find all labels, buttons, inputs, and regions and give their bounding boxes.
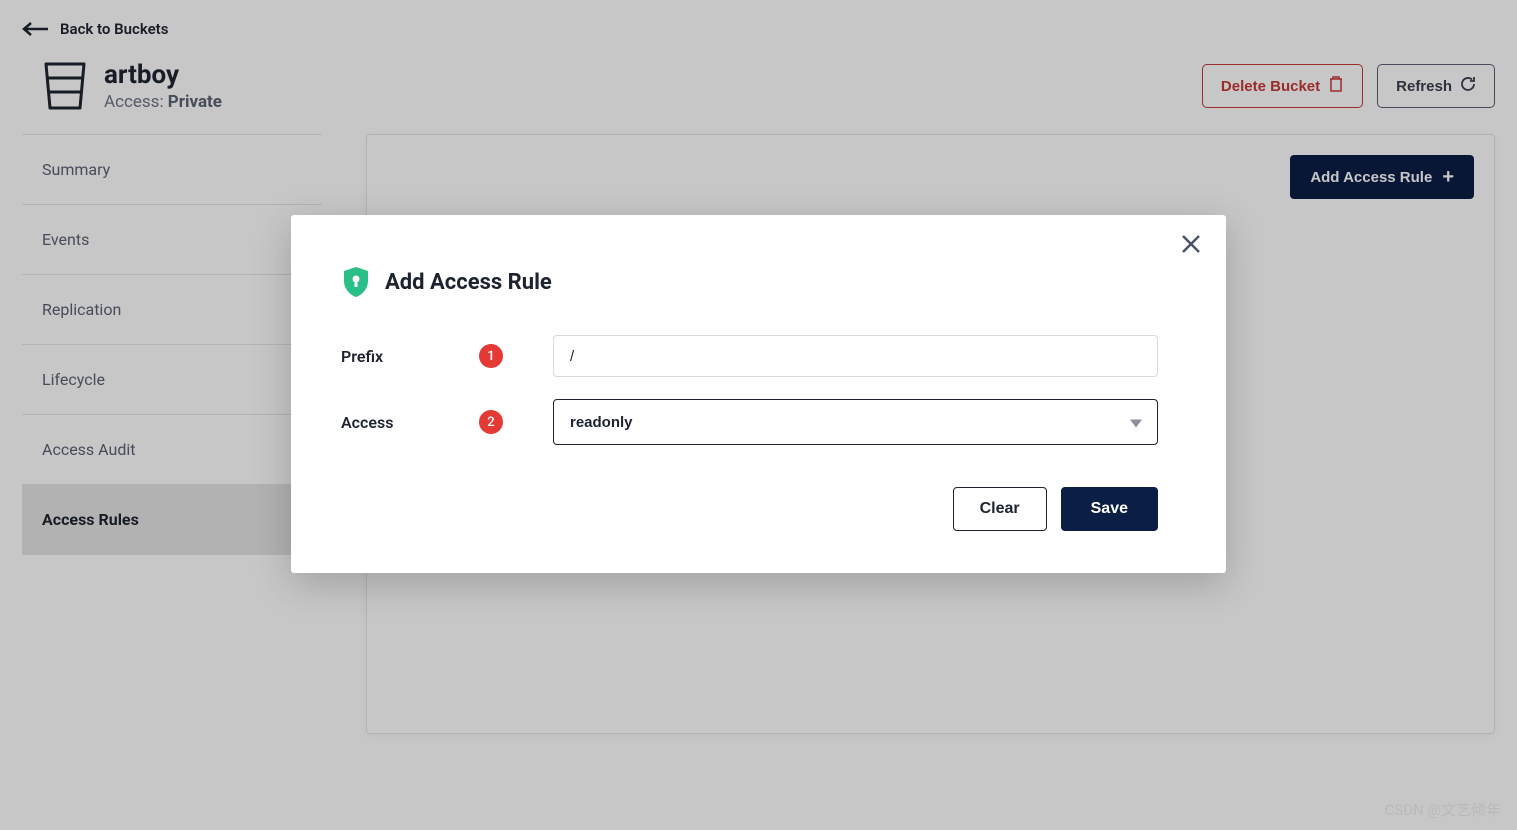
access-label-wrap: Access 2 xyxy=(341,410,553,434)
prefix-row: Prefix 1 xyxy=(341,335,1158,377)
prefix-input[interactable] xyxy=(553,335,1158,377)
modal-overlay: Add Access Rule Prefix 1 Access 2 readon… xyxy=(0,0,1517,830)
access-select[interactable]: readonly xyxy=(553,399,1158,445)
annotation-badge-2: 2 xyxy=(479,410,503,434)
modal-title: Add Access Rule xyxy=(385,270,552,295)
access-label: Access xyxy=(341,413,393,432)
shield-icon xyxy=(341,265,371,299)
prefix-label-wrap: Prefix 1 xyxy=(341,344,553,368)
watermark: CSDN @文艺倾年 xyxy=(1385,799,1501,820)
modal-header: Add Access Rule xyxy=(341,265,1158,299)
access-select-wrap: readonly xyxy=(553,399,1158,445)
prefix-label: Prefix xyxy=(341,347,383,366)
modal-close-button[interactable] xyxy=(1180,233,1202,255)
close-icon xyxy=(1180,233,1202,255)
add-access-rule-modal: Add Access Rule Prefix 1 Access 2 readon… xyxy=(291,215,1226,573)
access-row: Access 2 readonly xyxy=(341,399,1158,445)
clear-button[interactable]: Clear xyxy=(953,487,1047,531)
save-button[interactable]: Save xyxy=(1061,487,1158,531)
annotation-badge-1: 1 xyxy=(479,344,503,368)
modal-actions: Clear Save xyxy=(341,487,1158,531)
